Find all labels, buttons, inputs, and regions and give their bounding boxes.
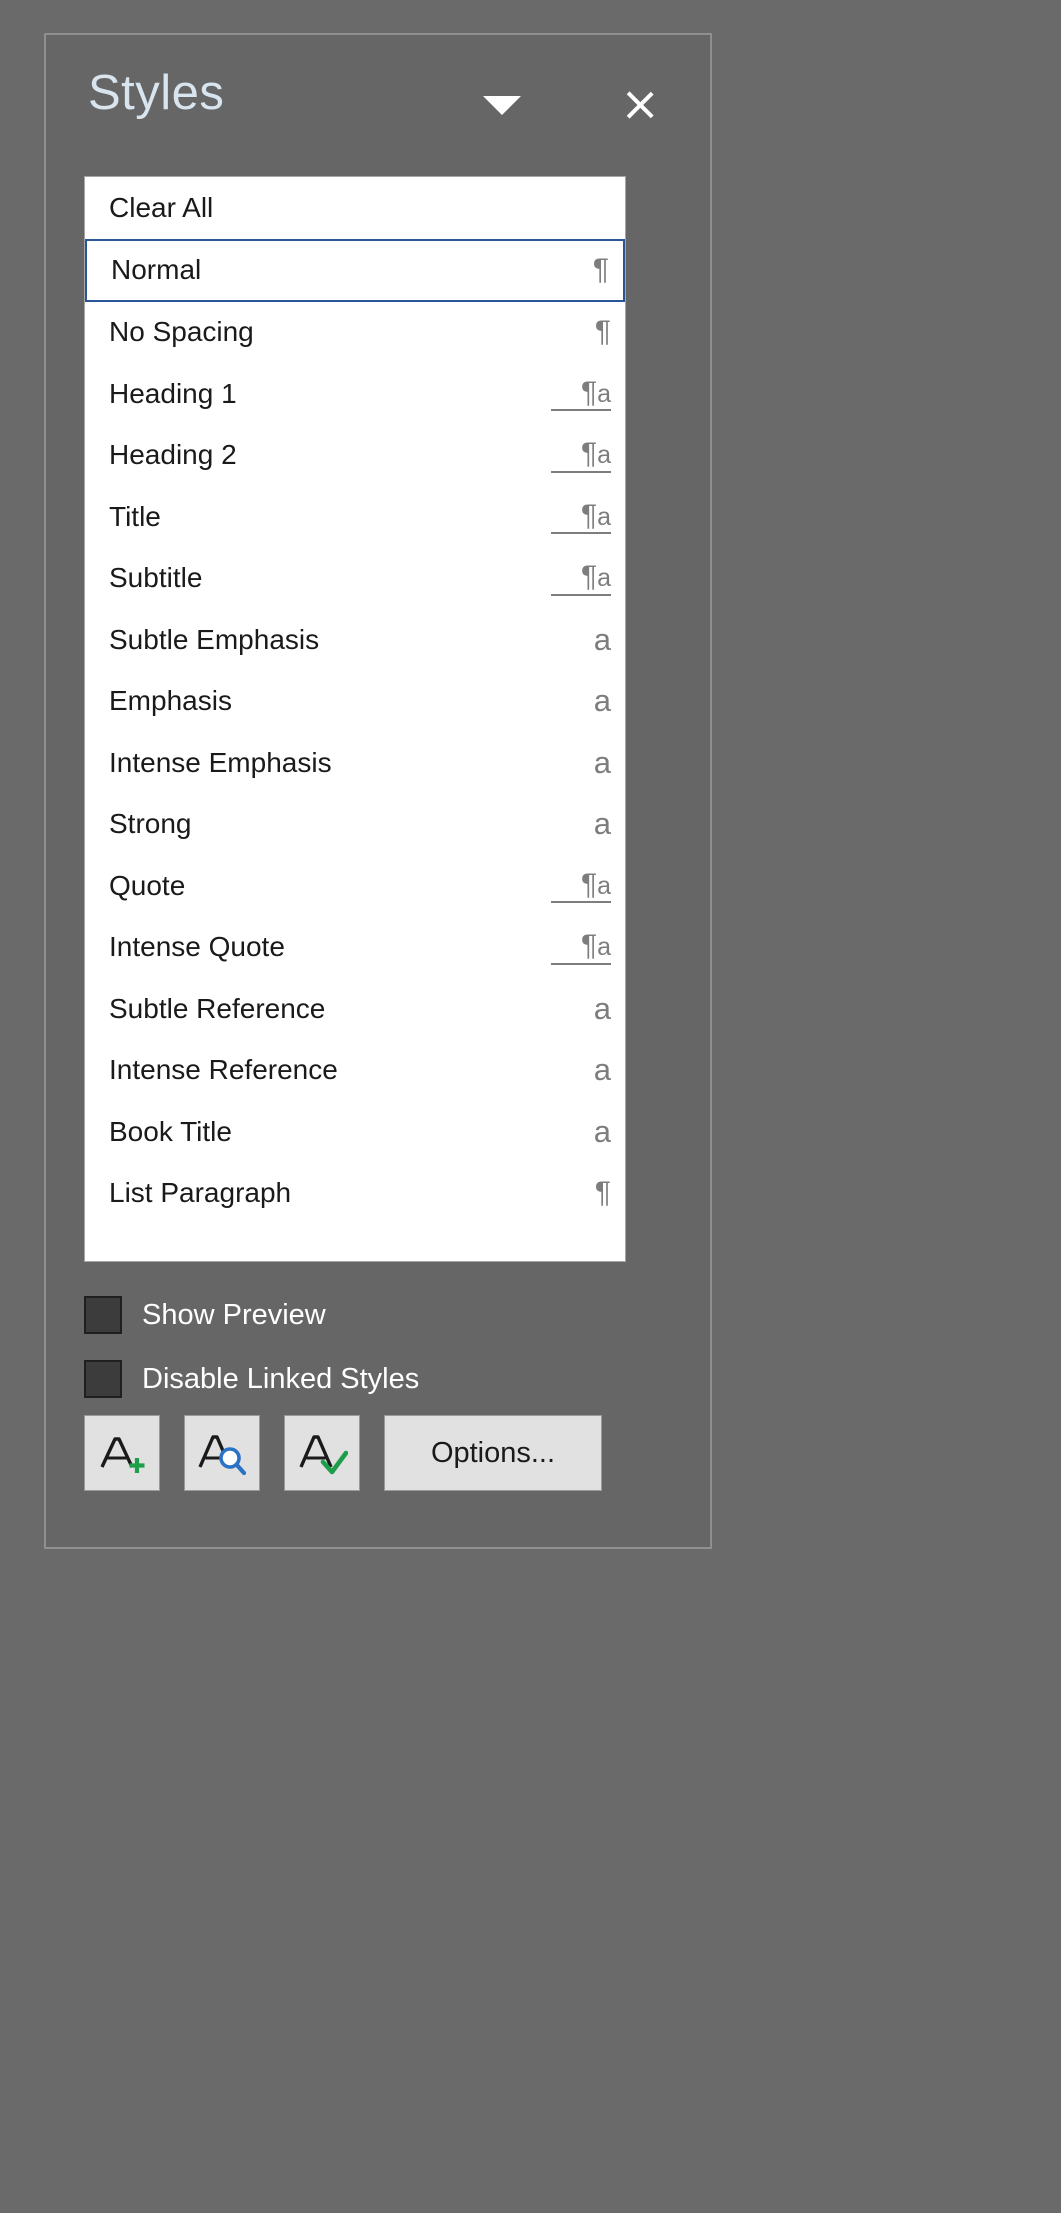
new-style-button[interactable] (84, 1415, 160, 1491)
checkbox-group: Show Preview Disable Linked Styles (84, 1283, 644, 1411)
checkbox-icon[interactable] (84, 1360, 122, 1398)
checkbox-icon[interactable] (84, 1296, 122, 1334)
close-icon (623, 88, 657, 122)
linked-style-icon: ¶ a (551, 930, 611, 965)
character-style-icon: a (593, 806, 611, 842)
style-item-label: Heading 2 (109, 439, 237, 471)
style-item-label: Heading 1 (109, 377, 237, 409)
styles-pane: Styles Clear All Normal ¶ No Spacing ¶ Headin… (44, 33, 712, 1549)
chevron-down-icon (483, 95, 521, 115)
pane-button-bar: Options... (84, 1415, 602, 1491)
style-list-item[interactable]: Subtle Emphasis a (85, 609, 625, 671)
character-style-icon: a (593, 990, 611, 1026)
style-list-item[interactable]: Clear All (85, 177, 625, 239)
style-item-label: Emphasis (109, 685, 232, 717)
linked-style-icon: ¶ a (551, 499, 611, 534)
style-list-item[interactable]: Heading 1 ¶ a (85, 363, 625, 425)
style-list-item[interactable]: Subtle Reference a (85, 978, 625, 1040)
checkbox-label: Show Preview (142, 1298, 326, 1331)
style-list-item[interactable]: Book Title a (85, 1101, 625, 1163)
pane-header: Styles (46, 35, 710, 155)
style-item-label: Subtle Reference (109, 992, 326, 1024)
checkbox-label: Disable Linked Styles (142, 1362, 420, 1395)
checkbox-row[interactable]: Disable Linked Styles (84, 1347, 644, 1411)
linked-style-icon: ¶ a (551, 438, 611, 473)
character-style-icon: a (593, 683, 611, 719)
a-magnifier-icon (198, 1435, 247, 1476)
a-plus-icon (100, 1437, 145, 1473)
pane-dropdown-button[interactable] (470, 83, 534, 127)
style-list-item[interactable]: Emphasis a (85, 671, 625, 733)
style-item-label: Intense Reference (109, 1054, 338, 1086)
style-item-label: Intense Emphasis (109, 746, 332, 778)
style-list-item[interactable]: Strong a (85, 794, 625, 856)
style-list-item[interactable]: Quote ¶ a (85, 855, 625, 917)
style-list-item[interactable]: Normal ¶ (85, 238, 625, 302)
paragraph-style-icon: ¶ (592, 253, 609, 286)
style-item-label: Normal (111, 254, 202, 285)
style-item-label: List Paragraph (109, 1177, 292, 1209)
style-item-label: Intense Quote (109, 931, 285, 963)
paragraph-style-icon: ¶ (594, 1176, 611, 1210)
options-button[interactable]: Options... (384, 1415, 602, 1491)
character-style-icon: a (593, 1052, 611, 1088)
linked-style-icon: ¶ a (551, 868, 611, 903)
character-style-icon: a (593, 744, 611, 780)
style-inspector-button[interactable] (184, 1415, 260, 1491)
linked-style-icon: ¶ a (551, 561, 611, 596)
paragraph-style-icon: ¶ (594, 315, 611, 349)
style-item-label: Clear All (109, 191, 214, 223)
style-list-item[interactable]: Heading 2 ¶ a (85, 425, 625, 487)
style-list-item[interactable]: No Spacing ¶ (85, 302, 625, 364)
style-item-label: No Spacing (109, 316, 254, 348)
page-title: Styles (88, 66, 225, 120)
style-list-item[interactable]: Title ¶ a (85, 486, 625, 548)
linked-style-icon: ¶ a (551, 376, 611, 411)
style-item-label: Subtitle (109, 562, 203, 594)
style-item-label: Strong (109, 808, 192, 840)
style-list-item[interactable]: Subtitle ¶ a (85, 548, 625, 610)
style-list-item[interactable]: List Paragraph ¶ (85, 1163, 625, 1225)
checkbox-row[interactable]: Show Preview (84, 1283, 644, 1347)
manage-styles-button[interactable] (284, 1415, 360, 1491)
character-style-icon: a (593, 621, 611, 657)
style-item-label: Subtle Emphasis (109, 623, 320, 655)
style-item-label: Title (109, 500, 161, 532)
close-button[interactable] (612, 77, 668, 133)
style-list-item[interactable]: Intense Emphasis a (85, 732, 625, 794)
style-list-item[interactable]: Intense Reference a (85, 1040, 625, 1102)
style-item-label: Quote (109, 869, 186, 901)
style-list-item[interactable]: Intense Quote ¶ a (85, 917, 625, 979)
a-check-icon (299, 1435, 348, 1475)
styles-list[interactable]: Clear All Normal ¶ No Spacing ¶ Heading 1 ¶ a He… (84, 176, 626, 1262)
character-style-icon: a (593, 1113, 611, 1149)
style-item-label: Book Title (109, 1115, 232, 1147)
